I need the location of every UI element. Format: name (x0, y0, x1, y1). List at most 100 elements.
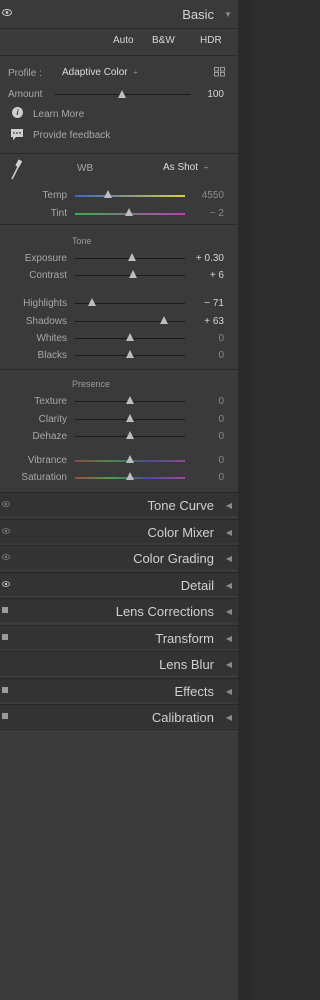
amount-slider-thumb[interactable] (118, 90, 126, 98)
temp-label: Temp (42, 190, 67, 201)
wb-value: As Shot (163, 162, 199, 173)
feedback-icon (11, 129, 23, 140)
basic-title: Basic (182, 7, 214, 22)
temp-slider-thumb[interactable] (104, 190, 112, 198)
profile-dropdown[interactable]: Adaptive Color ÷ (62, 67, 138, 78)
divider (0, 729, 238, 730)
eye-icon[interactable] (2, 9, 12, 16)
triangle-down-icon: ▼ (224, 10, 232, 19)
panel-title: Tone Curve (147, 498, 214, 513)
temp-value[interactable]: 4550 (202, 190, 224, 201)
vibrance-value[interactable]: 0 (218, 455, 224, 466)
dehaze-label: Dehaze (32, 431, 67, 442)
saturation-slider-thumb[interactable] (126, 472, 134, 480)
shadows-slider-thumb[interactable] (160, 316, 169, 324)
wb-dropdown[interactable]: As Shot ÷ (163, 162, 208, 173)
profile-value: Adaptive Color (62, 67, 128, 78)
develop-panel: Basic ▼ Auto B&W HDR Profile : Adaptive … (0, 0, 238, 1000)
temp-slider-track[interactable] (75, 195, 185, 197)
hdr-button[interactable]: HDR (200, 35, 222, 46)
panel-title: Color Grading (133, 551, 214, 566)
panel-title: Lens Blur (159, 657, 214, 672)
panel-switch-icon[interactable] (2, 687, 8, 693)
whites-value[interactable]: 0 (218, 333, 224, 344)
tone-heading: Tone (72, 236, 92, 246)
panel-transform[interactable]: Transform ◀ (0, 625, 238, 649)
dropdown-arrow-icon: ÷ (203, 163, 209, 172)
texture-slider-thumb[interactable] (126, 396, 134, 404)
vibrance-label: Vibrance (27, 455, 67, 466)
shadows-label: Shadows (25, 316, 67, 327)
triangle-left-icon: ◀ (225, 687, 232, 696)
vibrance-slider-thumb[interactable] (126, 455, 134, 463)
scrollbar-track[interactable] (238, 0, 253, 1000)
exposure-label: Exposure (24, 253, 67, 264)
exposure-value[interactable]: + 0.30 (196, 253, 224, 264)
panel-title: Effects (174, 684, 214, 699)
divider (0, 28, 238, 29)
highlights-slider-thumb[interactable] (87, 298, 96, 306)
eye-icon[interactable] (2, 554, 10, 560)
learn-more-link[interactable]: Learn More (33, 109, 84, 120)
panel-switch-icon[interactable] (2, 607, 8, 613)
blacks-value[interactable]: 0 (218, 350, 224, 361)
profile-browser-grid-icon[interactable] (214, 67, 225, 77)
triangle-left-icon: ◀ (225, 634, 232, 643)
blacks-label: Blacks (37, 350, 67, 361)
saturation-value[interactable]: 0 (218, 472, 224, 483)
panel-color-mixer[interactable]: Color Mixer ◀ (0, 519, 238, 543)
panel-tone-curve[interactable]: Tone Curve ◀ (0, 492, 238, 516)
amount-value[interactable]: 100 (207, 89, 224, 100)
panel-effects[interactable]: Effects ◀ (0, 678, 238, 702)
triangle-left-icon: ◀ (225, 607, 232, 616)
tint-label: Tint (50, 208, 67, 219)
blacks-slider-thumb[interactable] (126, 350, 134, 358)
clarity-slider-thumb[interactable] (126, 414, 134, 422)
shadows-slider-track[interactable] (75, 321, 185, 322)
panel-switch-icon[interactable] (2, 634, 8, 640)
panel-title: Detail (180, 578, 214, 593)
highlights-value[interactable]: − 71 (204, 298, 224, 309)
contrast-value[interactable]: + 6 (210, 270, 224, 281)
auto-button[interactable]: Auto (113, 35, 134, 46)
dropdown-arrow-icon: ÷ (133, 68, 138, 77)
basic-panel-header[interactable]: Basic ▼ (0, 0, 238, 28)
panel-calibration[interactable]: Calibration ◀ (0, 704, 238, 728)
exposure-slider-thumb[interactable] (128, 253, 137, 261)
panel-lens-corrections[interactable]: Lens Corrections ◀ (0, 598, 238, 622)
divider (0, 224, 238, 225)
whites-label: Whites (36, 333, 67, 344)
texture-value[interactable]: 0 (218, 396, 224, 407)
eye-icon[interactable] (2, 581, 10, 587)
panel-switch-icon[interactable] (2, 713, 8, 719)
triangle-left-icon: ◀ (225, 713, 232, 722)
info-icon: i (12, 107, 23, 118)
panel-color-grading[interactable]: Color Grading ◀ (0, 545, 238, 569)
provide-feedback-link[interactable]: Provide feedback (33, 130, 110, 141)
dehaze-value[interactable]: 0 (218, 431, 224, 442)
eye-icon[interactable] (2, 528, 10, 534)
triangle-left-icon: ◀ (225, 501, 232, 510)
contrast-slider-thumb[interactable] (129, 270, 138, 278)
eye-icon[interactable] (2, 501, 10, 507)
saturation-label: Saturation (21, 472, 67, 483)
panel-detail[interactable]: Detail ◀ (0, 572, 238, 596)
contrast-label: Contrast (29, 270, 67, 281)
eyedropper-icon[interactable] (9, 159, 23, 181)
shadows-value[interactable]: + 63 (204, 316, 224, 327)
tint-slider-thumb[interactable] (124, 208, 133, 216)
triangle-left-icon: ◀ (225, 581, 232, 590)
clarity-value[interactable]: 0 (218, 414, 224, 425)
panel-title: Color Mixer (147, 525, 214, 540)
wb-label: WB (77, 163, 94, 174)
panel-title: Transform (155, 631, 214, 646)
tint-value[interactable]: − 2 (210, 208, 224, 219)
dehaze-slider-thumb[interactable] (126, 431, 134, 439)
profile-label: Profile : (8, 68, 42, 79)
bw-button[interactable]: B&W (152, 35, 175, 46)
panel-lens-blur[interactable]: Lens Blur ◀ (0, 651, 238, 675)
whites-slider-thumb[interactable] (126, 333, 134, 341)
divider (0, 369, 238, 370)
divider (0, 153, 238, 154)
presence-heading: Presence (72, 379, 111, 389)
